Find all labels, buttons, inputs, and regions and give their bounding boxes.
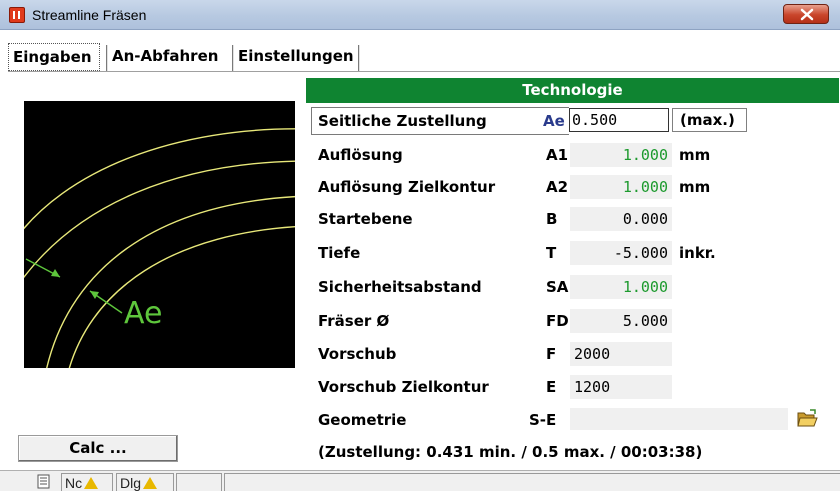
- row-code-e: E: [546, 378, 557, 396]
- dlg-label: Dlg: [120, 475, 142, 491]
- technology-header: Technologie: [306, 78, 839, 103]
- fd-field[interactable]: 5.000: [570, 309, 672, 333]
- tab-panel-border: [8, 71, 840, 72]
- tab-eingaben[interactable]: Eingaben: [7, 42, 101, 72]
- window-title: Streamline Fräsen: [32, 7, 147, 23]
- max-button[interactable]: (max.): [672, 108, 747, 132]
- status-summary: (Zustellung: 0.431 min. / 0.5 max. / 00:…: [318, 443, 703, 461]
- nc-label: Nc: [65, 475, 83, 491]
- row-label-aufloesung: Auflösung: [318, 146, 403, 164]
- close-button[interactable]: [783, 4, 829, 24]
- warning-icon: [84, 477, 99, 489]
- ae-label: Ae: [124, 296, 162, 331]
- row-code-s-e: S-E: [529, 411, 557, 429]
- row-label-fraeser: Fräser Ø: [318, 312, 390, 330]
- row-label-vorschub: Vorschub: [318, 345, 397, 363]
- row-code-fd: FD: [546, 312, 569, 330]
- row-code-f: F: [546, 345, 557, 363]
- t-field[interactable]: -5.000: [570, 241, 672, 265]
- geometrie-field[interactable]: [570, 408, 788, 430]
- title-bar: Streamline Fräsen: [0, 0, 840, 30]
- close-icon: [800, 8, 814, 21]
- tab-separator: [358, 45, 360, 71]
- nc-status[interactable]: Nc: [61, 473, 113, 491]
- row-label-tiefe: Tiefe: [318, 244, 361, 262]
- a1-field[interactable]: 1.000: [570, 143, 672, 167]
- tab-an-abfahren[interactable]: An-Abfahren: [108, 43, 230, 71]
- e-field[interactable]: 1200: [570, 375, 672, 399]
- dlg-status[interactable]: Dlg: [116, 473, 174, 491]
- status-bar: Nc Dlg: [0, 470, 840, 491]
- status-cell-empty: [176, 473, 222, 491]
- toolpath-preview: Ae: [24, 101, 295, 368]
- calc-button[interactable]: Calc ...: [18, 435, 178, 462]
- ae-input[interactable]: 0.500: [569, 108, 669, 132]
- row-code-ae: Ae: [543, 112, 565, 130]
- row-label-vorschub-zielkontur: Vorschub Zielkontur: [318, 378, 489, 396]
- t-unit: inkr.: [679, 244, 716, 262]
- row-label-geometrie: Geometrie: [318, 411, 407, 429]
- row-code-sa: SA: [546, 278, 569, 296]
- b-field[interactable]: 0.000: [570, 207, 672, 231]
- a2-unit: mm: [679, 178, 711, 196]
- row-label-startebene: Startebene: [318, 210, 413, 228]
- f-field[interactable]: 2000: [570, 342, 672, 366]
- app-icon: [9, 7, 25, 23]
- a2-field[interactable]: 1.000: [570, 175, 672, 199]
- toolpath-diagram: Ae: [24, 128, 295, 368]
- row-code-b: B: [546, 210, 558, 228]
- row-label-sicherheitsabstand: Sicherheitsabstand: [318, 278, 482, 296]
- row-code-a1: A1: [546, 146, 569, 164]
- sa-field[interactable]: 1.000: [570, 275, 672, 299]
- row-label-aufloesung-zielkontur: Auflösung Zielkontur: [318, 178, 496, 196]
- row-label-seitliche-zustellung: Seitliche Zustellung: [318, 112, 487, 130]
- a1-unit: mm: [679, 146, 711, 164]
- tab-einstellungen[interactable]: Einstellungen: [234, 43, 362, 71]
- warning-icon: [143, 477, 158, 489]
- row-code-a2: A2: [546, 178, 569, 196]
- document-icon[interactable]: [37, 474, 51, 489]
- status-cell-wide: [224, 473, 840, 491]
- folder-open-icon[interactable]: [796, 409, 818, 429]
- row-code-t: T: [546, 244, 557, 262]
